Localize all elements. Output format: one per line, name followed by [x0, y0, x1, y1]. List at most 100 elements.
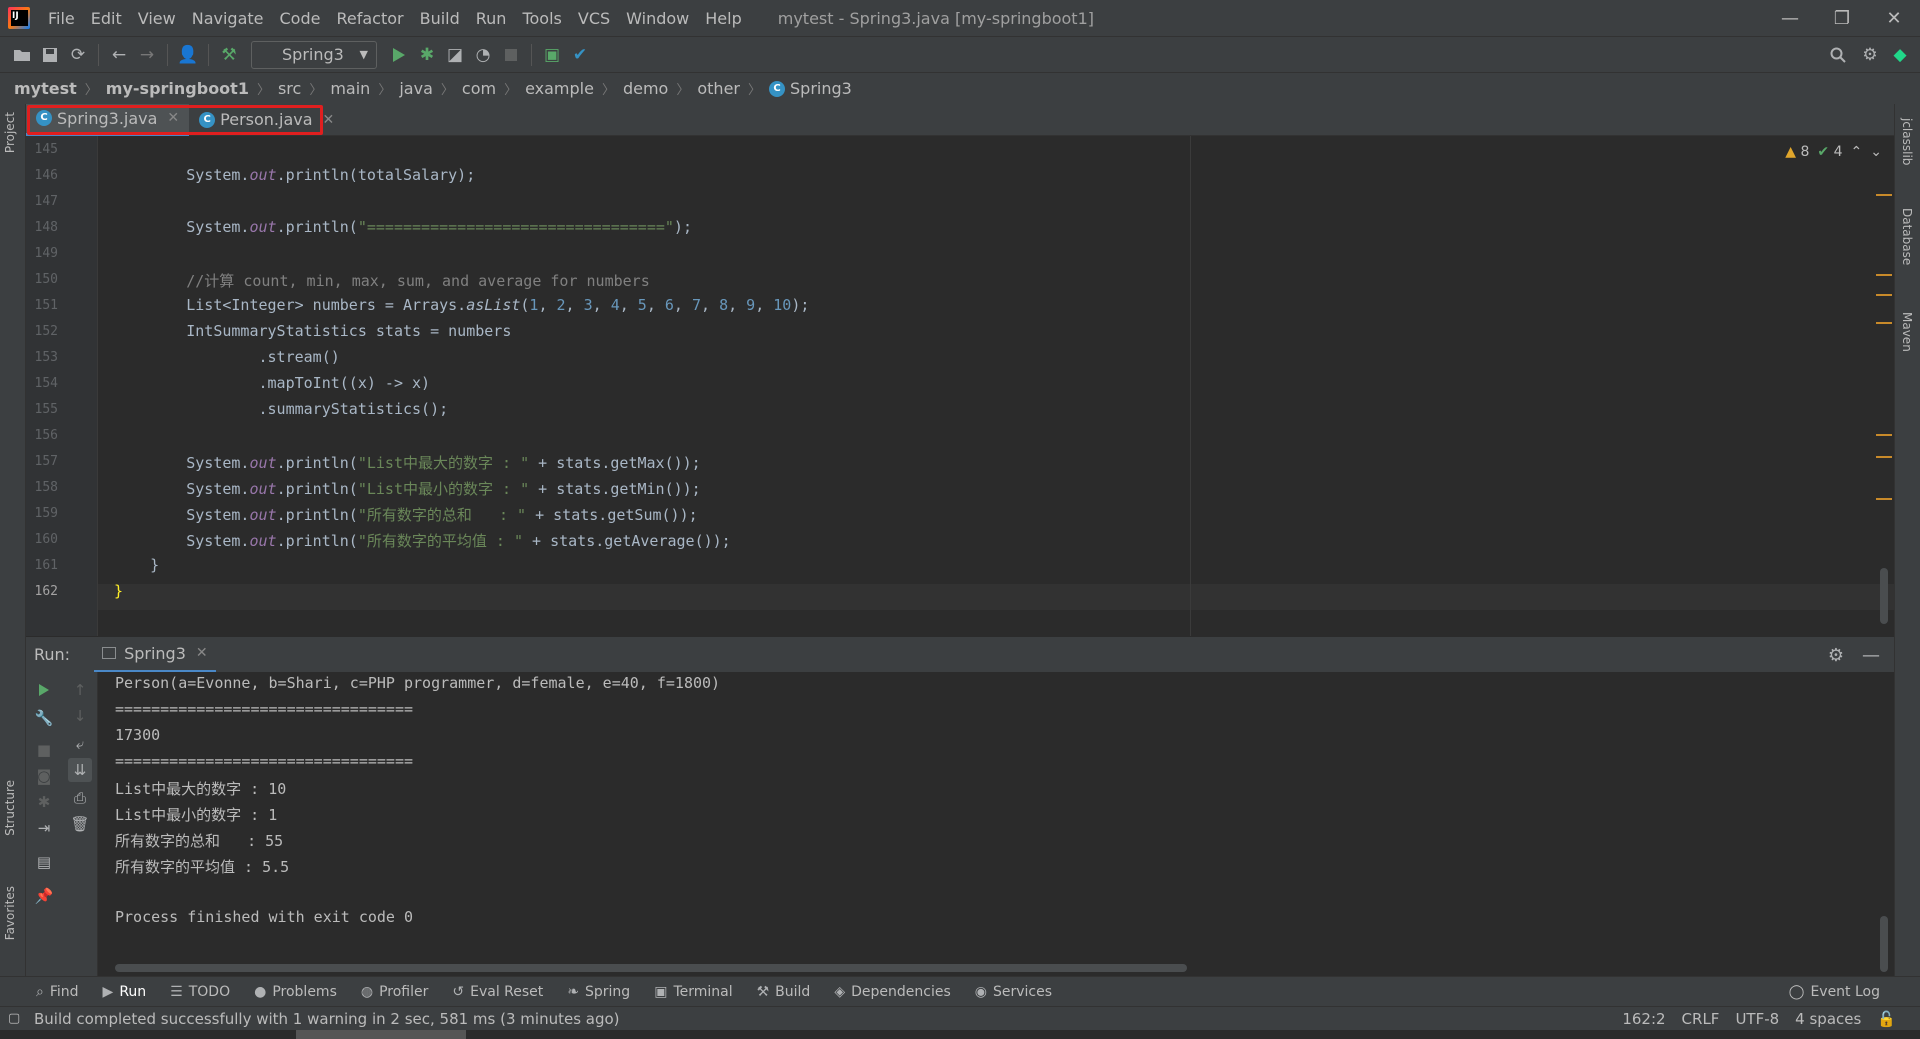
settings-icon[interactable]: ⚙	[1856, 41, 1884, 69]
status-message[interactable]: Build completed successfully with 1 warn…	[34, 1010, 620, 1028]
commit-icon[interactable]: ✔	[566, 41, 594, 69]
warning-mark[interactable]	[1876, 294, 1892, 296]
exit-icon[interactable]: ⇥	[32, 816, 56, 840]
menu-edit[interactable]: Edit	[83, 9, 130, 28]
tool-spring[interactable]: ❧ Spring	[567, 984, 630, 1000]
tool-dependencies[interactable]: ◈ Dependencies	[834, 984, 950, 1000]
open-icon[interactable]	[8, 41, 36, 69]
console-output[interactable]: Person(a=Evonne, b=Shari, c=PHP programm…	[98, 672, 1894, 976]
file-encoding[interactable]: UTF-8	[1735, 1010, 1779, 1028]
rerun-icon[interactable]	[32, 678, 56, 702]
menu-tools[interactable]: Tools	[514, 9, 569, 28]
project-tool-button[interactable]: Project	[3, 112, 17, 153]
forward-icon[interactable]: →	[133, 41, 161, 69]
editor-scrollbar[interactable]	[1880, 568, 1888, 624]
status-toggle-icon[interactable]: ▢	[8, 1011, 20, 1026]
chevron-down-icon[interactable]: ⌄	[1870, 144, 1882, 160]
back-icon[interactable]: ←	[105, 41, 133, 69]
menu-run[interactable]: Run	[468, 9, 515, 28]
menu-refactor[interactable]: Refactor	[328, 9, 411, 28]
settings-icon[interactable]: ⚙	[1828, 645, 1844, 666]
layout-icon[interactable]: ▤	[32, 850, 56, 874]
crumb-main[interactable]: main	[330, 79, 370, 98]
line-separator[interactable]: CRLF	[1682, 1010, 1720, 1028]
menu-vcs[interactable]: VCS	[570, 9, 618, 28]
warnings-count[interactable]: ▲ 8	[1785, 144, 1809, 160]
maven-tool-button[interactable]: Maven	[1900, 312, 1914, 352]
search-icon[interactable]	[1824, 41, 1852, 69]
restore-button[interactable]: ❐	[1816, 0, 1868, 36]
crumb-com[interactable]: com	[462, 79, 496, 98]
debug-icon[interactable]: ✱	[413, 41, 441, 69]
minimize-button[interactable]: —	[1764, 0, 1816, 36]
close-button[interactable]: ✕	[1868, 0, 1920, 36]
wrench-icon[interactable]: 🔧	[32, 706, 56, 730]
caret-position[interactable]: 162:2	[1622, 1010, 1665, 1028]
warning-mark[interactable]	[1876, 434, 1892, 436]
crumb-java[interactable]: java	[399, 79, 433, 98]
ok-count[interactable]: ✔ 4	[1817, 144, 1842, 160]
menu-navigate[interactable]: Navigate	[184, 9, 272, 28]
inspection-widget[interactable]: ▲ 8 ✔ 4 ⌃ ⌄	[1785, 144, 1882, 160]
tool-terminal[interactable]: ▣ Terminal	[654, 984, 732, 1000]
soft-wrap-icon[interactable]: ⤶	[68, 732, 92, 756]
console-vertical-scrollbar[interactable]	[1880, 916, 1888, 972]
coverage-icon[interactable]: ◪	[441, 41, 469, 69]
close-icon[interactable]: ✕	[196, 645, 208, 661]
tool-profiler[interactable]: ◍ Profiler	[361, 984, 429, 1000]
run-config-selector[interactable]: Spring3 ▼	[251, 40, 377, 69]
profile-icon[interactable]: ◔	[469, 41, 497, 69]
menu-view[interactable]: View	[130, 9, 184, 28]
arrow-down-icon[interactable]: ↓	[68, 704, 92, 728]
stop-icon[interactable]: ■	[32, 738, 56, 762]
warning-mark[interactable]	[1876, 498, 1892, 500]
tool-build[interactable]: ⚒ Build	[757, 984, 811, 1000]
lock-icon[interactable]: 🔓	[1877, 1010, 1896, 1028]
event-log-button[interactable]: ◯ Event Log	[1789, 977, 1880, 1007]
toolbox-icon[interactable]: ◆	[1886, 41, 1914, 69]
crumb-demo[interactable]: demo	[623, 79, 668, 98]
menu-window[interactable]: Window	[618, 9, 697, 28]
crumb-other[interactable]: other	[697, 79, 740, 98]
structure-tool-button[interactable]: Structure	[3, 780, 17, 836]
crumb-module[interactable]: my-springboot1	[106, 79, 249, 98]
crumb-src[interactable]: src	[278, 79, 301, 98]
trash-icon[interactable]: 🗑	[68, 812, 92, 836]
crumb-class[interactable]: Spring3	[790, 79, 852, 98]
scroll-to-end-icon[interactable]: ⇊	[68, 758, 92, 782]
indent-setting[interactable]: 4 spaces	[1795, 1010, 1861, 1028]
tool-find[interactable]: ⌕ Find	[36, 984, 79, 1000]
menu-help[interactable]: Help	[697, 9, 749, 28]
arrow-up-icon[interactable]: ↑	[68, 678, 92, 702]
warning-mark[interactable]	[1876, 274, 1892, 276]
crumb-example[interactable]: example	[525, 79, 594, 98]
console-horizontal-scrollbar[interactable]	[115, 964, 1187, 972]
build-hammer-icon[interactable]: ⚒	[215, 41, 243, 69]
print-icon[interactable]: ⎙	[68, 786, 92, 810]
pin-icon[interactable]: 📌	[32, 884, 56, 908]
warning-mark[interactable]	[1876, 322, 1892, 324]
stop-icon[interactable]	[497, 41, 525, 69]
tool-todo[interactable]: ☰ TODO	[170, 984, 230, 1000]
menu-file[interactable]: File	[40, 9, 83, 28]
tool-run[interactable]: ▶ Run	[103, 984, 147, 1000]
chevron-up-icon[interactable]: ⌃	[1851, 144, 1863, 160]
close-icon[interactable]: ✕	[323, 112, 335, 128]
jrebel-icon[interactable]: ▣	[538, 41, 566, 69]
jclasslib-tool-button[interactable]: jclasslib	[1900, 118, 1914, 165]
tool-eval-reset[interactable]: ↺ Eval Reset	[452, 984, 543, 1000]
warning-mark[interactable]	[1876, 456, 1892, 458]
crumb-project[interactable]: mytest	[14, 79, 77, 98]
run-icon[interactable]	[385, 41, 413, 69]
minimize-panel-icon[interactable]: —	[1862, 645, 1880, 666]
debug-icon[interactable]: ✱	[32, 790, 56, 814]
favorites-tool-button[interactable]: Favorites	[3, 886, 17, 940]
camera-icon[interactable]: ◙	[32, 764, 56, 788]
sync-icon[interactable]: ⟳	[64, 41, 92, 69]
code-editor[interactable]: 145 146 147 148 149 150 151 152 153 154 …	[26, 136, 1894, 636]
save-icon[interactable]	[36, 41, 64, 69]
run-tab-spring3[interactable]: Spring3 ✕	[94, 637, 216, 673]
warning-mark[interactable]	[1876, 194, 1892, 196]
menu-code[interactable]: Code	[272, 9, 329, 28]
vcs-icon[interactable]: 👤	[174, 41, 202, 69]
